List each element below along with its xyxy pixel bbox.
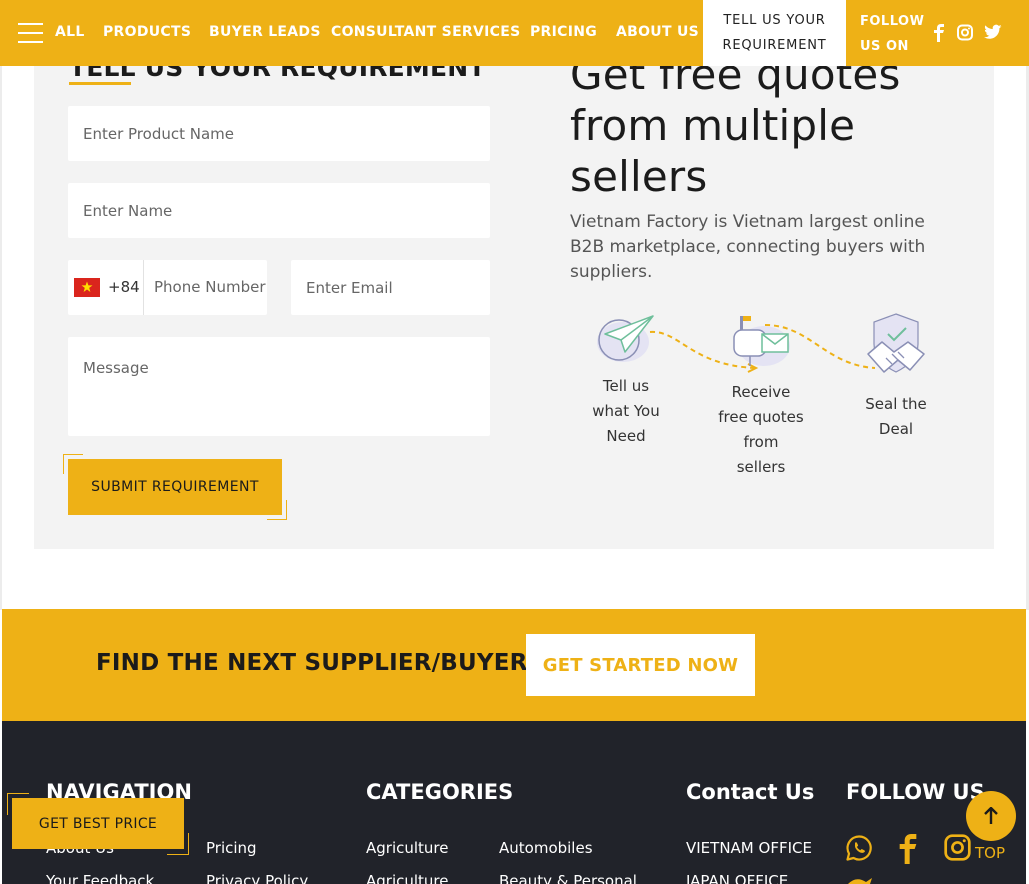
step-receive-quotes: Receive free quotes from sellers: [712, 380, 810, 480]
submit-requirement-button[interactable]: SUBMIT REQUIREMENT: [68, 459, 282, 515]
phone-field[interactable]: +84 Phone Number: [68, 260, 267, 315]
whatsapp-icon[interactable]: [845, 834, 873, 862]
twitter-icon[interactable]: [984, 24, 1002, 40]
step-1-line2: what You: [592, 402, 660, 420]
step-2-line4: sellers: [736, 458, 786, 476]
scroll-to-top-button[interactable]: [966, 791, 1016, 841]
best-price-corner-decoration: [167, 833, 189, 855]
handshake-shield-icon: [867, 313, 925, 373]
footer-category-agriculture[interactable]: Agriculture: [366, 839, 449, 857]
nav-products[interactable]: PRODUCTS: [103, 24, 191, 40]
submit-corner-decoration: [267, 500, 287, 520]
nav-all[interactable]: ALL: [55, 24, 85, 40]
footer-follow-heading: FOLLOW US: [846, 780, 985, 804]
footer-categories-heading: CATEGORIES: [366, 780, 514, 804]
follow-us-on-label: FOLLOW US ON: [860, 9, 924, 59]
nav-buyer-leads[interactable]: BUYER LEADS: [209, 24, 321, 40]
step-2-line3: from: [743, 433, 779, 451]
footer-facebook-icon[interactable]: [898, 834, 918, 864]
facebook-icon[interactable]: [933, 24, 945, 42]
nav-about-us[interactable]: ABOUT US: [616, 24, 699, 40]
get-best-price-button[interactable]: GET BEST PRICE: [12, 798, 184, 849]
top-label[interactable]: TOP: [975, 844, 1005, 862]
step-2-line2: free quotes: [718, 408, 804, 426]
cta-text: FIND THE NEXT SUPPLIER/BUYER: [96, 650, 528, 676]
email-input[interactable]: Enter Email: [291, 260, 490, 315]
get-started-button[interactable]: GET STARTED NOW: [526, 634, 755, 696]
paper-plane-icon: [597, 315, 654, 362]
name-input[interactable]: Enter Name: [68, 183, 490, 238]
follow-line1: FOLLOW: [860, 14, 925, 29]
footer-instagram-icon[interactable]: [944, 834, 971, 861]
quotes-heading: Get free quotes from multiple sellers: [570, 50, 901, 201]
step-3-line1: Seal the: [865, 395, 927, 413]
quotes-description: Vietnam Factory is Vietnam largest onlin…: [570, 212, 926, 282]
phone-input[interactable]: Phone Number: [154, 278, 266, 296]
footer-contact-heading: Contact Us: [686, 780, 815, 804]
nav-pricing[interactable]: PRICING: [530, 24, 597, 40]
top-navbar: ALL PRODUCTS BUYER LEADS CONSULTANT SERV…: [0, 0, 1029, 66]
flag-star-icon: [81, 281, 93, 292]
product-name-input[interactable]: Enter Product Name: [68, 106, 490, 161]
nav-req-line1: TELL US YOUR: [723, 13, 826, 28]
dial-code[interactable]: +84: [108, 278, 140, 296]
footer-twitter-icon[interactable]: [846, 876, 874, 884]
nav-consultant-services[interactable]: CONSULTANT SERVICES: [331, 24, 520, 40]
footer-link-feedback[interactable]: Your Feedback: [46, 872, 154, 884]
nav-tell-us-requirement[interactable]: TELL US YOUR REQUIREMENT: [703, 0, 846, 66]
step-3-line2: Deal: [878, 420, 914, 438]
arrow-up-icon: [984, 807, 998, 824]
footer-category-agriculture-2[interactable]: Agriculture: [366, 872, 449, 884]
step-1-line3: Need: [606, 427, 646, 445]
footer-category-beauty[interactable]: Beauty & Personal: [499, 872, 637, 884]
step-tell-us: Tell us what You Need: [580, 374, 672, 449]
footer-contact-japan[interactable]: JAPAN OFFICE: [686, 872, 788, 884]
nav-req-line2: REQUIREMENT: [722, 38, 827, 53]
footer-category-automobiles[interactable]: Automobiles: [499, 839, 593, 857]
instagram-icon[interactable]: [957, 24, 973, 41]
vietnam-flag-icon[interactable]: [74, 278, 100, 297]
mailbox-icon: [733, 316, 790, 366]
step-1-line1: Tell us: [602, 377, 650, 395]
footer-link-pricing[interactable]: Pricing: [206, 839, 257, 857]
follow-line2: US ON: [860, 39, 909, 54]
step-2-line1: Receive: [731, 383, 791, 401]
hamburger-menu-icon[interactable]: [18, 23, 43, 43]
page-left-border: [0, 0, 2, 610]
phone-divider: [143, 260, 144, 315]
footer-link-privacy[interactable]: Privacy Policy: [206, 872, 308, 884]
footer-contact-vietnam[interactable]: VIETNAM OFFICE: [686, 839, 812, 857]
message-textarea[interactable]: Message: [68, 337, 490, 436]
step-seal-deal: Seal the Deal: [852, 392, 940, 442]
